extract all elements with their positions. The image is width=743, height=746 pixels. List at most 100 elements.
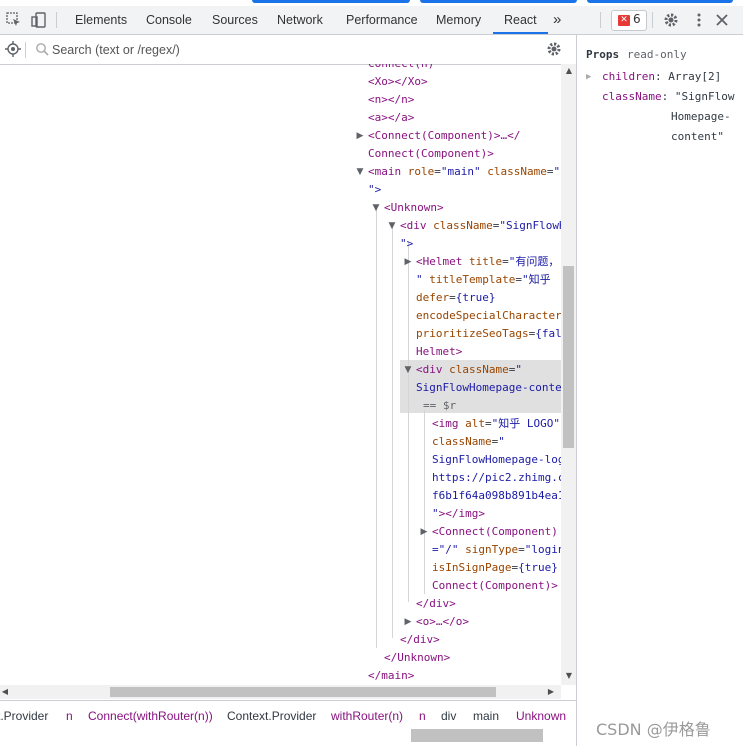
tree-node-text: Connect(Component)> <box>368 147 494 160</box>
breadcrumb-item[interactable]: div <box>441 709 456 723</box>
tree-node-unknown[interactable]: <Unknown> <box>384 199 444 217</box>
tree-horizontal-scrollbar[interactable]: ◀ ▶ <box>0 685 561 699</box>
browser-tab-indicator <box>420 0 577 3</box>
tree-node-text: Connect(Component)> <box>432 579 558 592</box>
tab-sources[interactable]: Sources <box>212 6 258 34</box>
horizontal-scroll-thumb[interactable] <box>110 687 496 697</box>
tab-memory[interactable]: Memory <box>436 6 481 34</box>
tree-node-img[interactable]: <img alt="知乎 LOGO" <box>432 415 560 433</box>
tree-node-text: SignFlowHomepage-conte <box>416 381 561 394</box>
search-icon <box>32 39 52 59</box>
component-settings-gear-icon[interactable] <box>544 39 564 59</box>
error-icon: ✕ <box>618 15 630 26</box>
tree-vertical-scrollbar[interactable]: ▲ ▼ <box>561 64 576 685</box>
collapse-arrow-icon[interactable]: ▼ <box>371 199 381 217</box>
device-toolbar-icon[interactable] <box>29 10 49 30</box>
breadcrumb-item[interactable]: n <box>419 709 426 723</box>
tree-node-helmet[interactable]: <Helmet title="有问题， <box>416 253 559 271</box>
prop-classname: className: "SignFlow <box>602 90 735 103</box>
toolbar-divider <box>652 12 653 28</box>
tree-node-connect[interactable]: <Connect(Component) <box>432 523 558 541</box>
error-count: 6 <box>633 12 641 26</box>
tree-node-div[interactable]: <div className="SignFlowH <box>400 217 561 235</box>
tree-guide <box>392 226 393 638</box>
tree-node-text: Connect(n) <box>368 64 434 73</box>
breadcrumb-item[interactable]: Unknown <box>516 709 566 723</box>
tree-node-text: SignFlowHomepage-log <box>432 453 561 466</box>
collapse-arrow-icon[interactable]: ▼ <box>355 163 365 181</box>
select-component-icon[interactable] <box>3 39 23 59</box>
toolbar-divider <box>600 12 601 28</box>
tree-node-text: className=" <box>432 435 505 448</box>
breadcrumb-item[interactable]: n <box>66 709 73 723</box>
tree-node-close-div: </div> <box>416 597 456 610</box>
tree-node-xo[interactable]: <Xo></Xo> <box>368 73 428 91</box>
expand-arrow-icon[interactable]: ▶ <box>403 613 413 631</box>
tree-guide <box>424 410 425 594</box>
tree-guide <box>408 242 409 602</box>
tree-node-text: f6b1f64a098b891b4ea1 <box>432 489 561 502</box>
breadcrumb-item[interactable]: main <box>473 709 499 723</box>
tree-node-o[interactable]: <o>…</o> <box>416 613 469 631</box>
props-header: Props <box>586 48 620 61</box>
expand-arrow-icon[interactable]: ▶ <box>586 67 591 87</box>
tree-node-close-div: </div> <box>400 633 440 646</box>
close-devtools-icon[interactable] <box>712 10 732 30</box>
tree-node-text: prioritizeSeoTags={fal <box>416 327 561 340</box>
expand-arrow-icon[interactable]: ▶ <box>419 523 429 541</box>
inspect-element-icon[interactable] <box>4 10 24 30</box>
breadcrumb-scroll-thumb[interactable] <box>411 729 543 742</box>
tree-node-ref: == $r <box>423 399 457 412</box>
collapse-arrow-icon[interactable]: ▼ <box>403 361 413 379</box>
browser-tab-indicator <box>587 0 733 3</box>
vertical-scroll-thumb[interactable] <box>563 266 574 448</box>
scroll-right-icon[interactable]: ▶ <box>546 687 556 697</box>
tree-node-text: encodeSpecialCharacter <box>416 309 561 322</box>
error-count-badge[interactable]: ✕ 6 <box>611 10 647 31</box>
more-options-icon[interactable] <box>689 10 709 30</box>
component-search-bar <box>0 35 576 65</box>
tab-performance[interactable]: Performance <box>346 6 418 34</box>
tree-node-text: Helmet> <box>416 345 463 358</box>
scroll-left-icon[interactable]: ◀ <box>0 687 10 697</box>
component-tree: Connect(n) <Xo></Xo> <n></n> <a></a> ▶ <… <box>0 64 561 685</box>
tree-node-text: "> <box>368 183 382 196</box>
more-tabs-button[interactable]: » <box>553 6 561 34</box>
search-input[interactable] <box>52 41 492 58</box>
tree-node-close-main: </main> <box>368 669 415 682</box>
tree-node-selected-div[interactable]: <div className=" <box>416 361 522 379</box>
breadcrumb-item[interactable]: t.Provider <box>0 709 48 723</box>
tree-guide <box>376 208 377 648</box>
scroll-down-icon[interactable]: ▼ <box>564 671 574 681</box>
tree-node-main[interactable]: <main role="main" className=" <box>368 163 560 181</box>
tab-network[interactable]: Network <box>277 6 323 34</box>
tree-node-text: "> <box>400 237 414 250</box>
breadcrumb-item[interactable]: Connect(withRouter(n)) <box>88 709 213 723</box>
tree-node-text: "></img> <box>432 507 485 520</box>
collapse-arrow-icon[interactable]: ▼ <box>387 217 397 235</box>
scroll-up-icon[interactable]: ▲ <box>564 66 574 76</box>
toolbar-divider <box>56 12 57 28</box>
expand-arrow-icon[interactable]: ▶ <box>355 127 365 145</box>
breadcrumb-item[interactable]: Context.Provider <box>227 709 316 723</box>
tree-node-text: https://pic2.zhimg.c <box>432 471 561 484</box>
expand-arrow-icon[interactable]: ▶ <box>403 253 413 271</box>
tab-console[interactable]: Console <box>146 6 192 34</box>
prop-children[interactable]: children: Array[2] <box>602 67 721 87</box>
tree-node-connect[interactable]: <Connect(Component)>…</ <box>368 127 520 145</box>
tree-node-text: isInSignPage={true} <box>432 561 558 574</box>
browser-tab-indicator <box>252 0 410 3</box>
settings-gear-icon[interactable] <box>661 10 681 30</box>
tree-node-text: defer={true} <box>416 291 496 304</box>
tree-node-a[interactable]: <a></a> <box>368 109 414 127</box>
prop-value-text: Homepage- <box>671 110 731 123</box>
tree-node-text: " titleTemplate="知乎 <box>416 273 551 286</box>
tree-node-n[interactable]: <n></n> <box>368 91 414 109</box>
tab-react[interactable]: React <box>493 6 548 34</box>
search-divider <box>25 42 26 58</box>
breadcrumb-item[interactable]: withRouter(n) <box>331 709 403 723</box>
tab-elements[interactable]: Elements <box>75 6 127 34</box>
props-readonly-label: read-only <box>627 48 687 61</box>
tree-node-text: ="/" signType="login <box>432 543 561 556</box>
prop-value-text: content" <box>671 130 724 143</box>
